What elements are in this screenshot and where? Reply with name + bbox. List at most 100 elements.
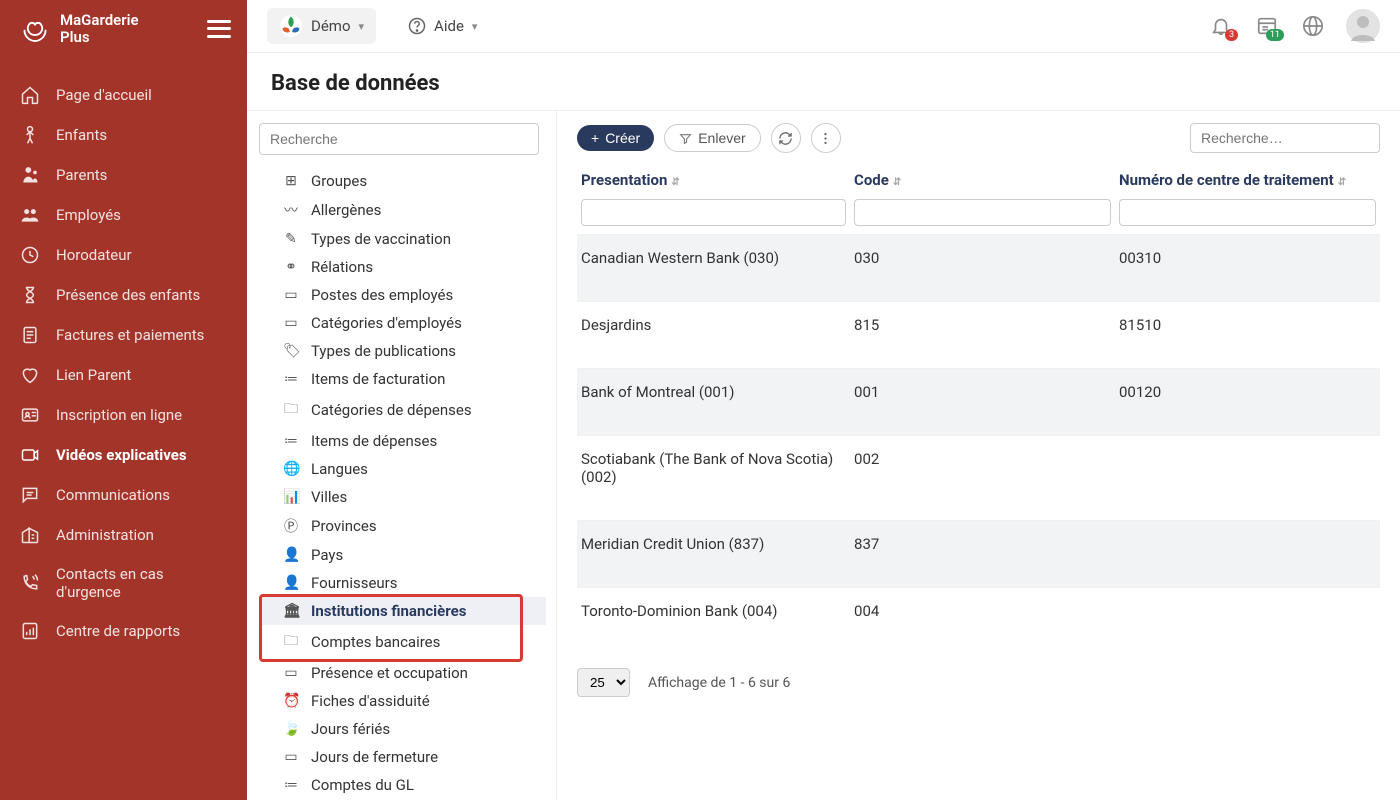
category-icon: 〰: [283, 200, 299, 220]
cell-num: [1115, 436, 1380, 521]
sidebar-item-label: Contacts en cas d'urgence: [56, 565, 227, 601]
brand[interactable]: MaGarderie Plus: [20, 12, 139, 45]
sidebar-item-parent[interactable]: Parents: [0, 155, 247, 195]
filter-num[interactable]: [1119, 199, 1376, 226]
category-label: Fournisseurs: [311, 574, 398, 592]
category-item[interactable]: 🌐Langues: [259, 455, 546, 483]
sidebar-item-hourglass[interactable]: Présence des enfants: [0, 275, 247, 315]
sidebar-item-home[interactable]: Page d'accueil: [0, 75, 247, 115]
category-item[interactable]: 🗀Comptes bancaires: [259, 625, 546, 659]
sidebar-item-label: Factures et paiements: [56, 326, 204, 344]
sidebar-item-label: Lien Parent: [56, 366, 131, 384]
category-item[interactable]: 🗀Catégories de dépenses: [259, 393, 546, 427]
category-icon: ⏰: [283, 693, 299, 709]
category-label: Catégories d'employés: [311, 314, 462, 332]
sort-icon: ⇵: [671, 177, 679, 188]
video-icon: [20, 445, 42, 465]
sidebar-item-chat[interactable]: Communications: [0, 475, 247, 515]
category-item[interactable]: ▭Postes des employés: [259, 281, 546, 309]
sidebar-item-emergency[interactable]: Contacts en cas d'urgence: [0, 555, 247, 611]
category-item[interactable]: ≔Comptes du GL: [259, 771, 546, 799]
table-row[interactable]: Desjardins81581510: [577, 302, 1380, 369]
more-button[interactable]: [811, 123, 841, 153]
category-label: Allergènes: [311, 201, 381, 219]
sidebar-item-label: Horodateur: [56, 246, 132, 264]
cell-code: 837: [850, 521, 1115, 588]
menu-toggle-icon[interactable]: [207, 20, 231, 38]
sidebar-item-label: Administration: [56, 526, 154, 544]
category-label: Comptes du GL: [311, 776, 414, 794]
sidebar-item-video[interactable]: Vidéos explicatives: [0, 435, 247, 475]
category-icon: 🍃: [283, 721, 299, 737]
user-avatar[interactable]: [1346, 9, 1380, 43]
sidebar-item-invoice[interactable]: Factures et paiements: [0, 315, 247, 355]
pager: 25 Affichage de 1 - 6 sur 6: [577, 668, 1380, 697]
org-switcher[interactable]: Démo ▾: [267, 8, 376, 44]
sidebar-item-label: Parents: [56, 166, 107, 184]
category-search-input[interactable]: [259, 123, 539, 155]
sidebar-item-child[interactable]: Enfants: [0, 115, 247, 155]
cell-presentation: Bank of Montreal (001): [577, 369, 850, 436]
news-button[interactable]: 11: [1254, 13, 1280, 39]
data-table: Presentation⇵ Code⇵ Numéro de centre de …: [577, 165, 1380, 654]
chevron-down-icon: ▾: [359, 20, 365, 33]
col-header-num[interactable]: Numéro de centre de traitement⇵: [1115, 165, 1380, 195]
page-size-select[interactable]: 25: [577, 668, 630, 697]
category-icon: 🗀: [283, 398, 299, 422]
table-search-input[interactable]: [1190, 123, 1380, 153]
table-row[interactable]: Bank of Montreal (001)00100120: [577, 369, 1380, 436]
category-item[interactable]: ▭Jours de fermeture: [259, 743, 546, 771]
table-row[interactable]: Canadian Western Bank (030)03000310: [577, 235, 1380, 302]
category-item[interactable]: ⊞Groupes: [259, 167, 546, 195]
table-row[interactable]: Toronto-Dominion Bank (004)004: [577, 588, 1380, 655]
sidebar-item-employees[interactable]: Employés: [0, 195, 247, 235]
category-label: Présence et occupation: [311, 664, 468, 682]
category-icon: 🏷: [283, 343, 299, 359]
help-menu[interactable]: Aide ▾: [396, 11, 489, 41]
category-item[interactable]: ⓅProvinces: [259, 511, 546, 541]
category-item[interactable]: 🏛Institutions financières: [259, 597, 546, 625]
reports-icon: [20, 621, 42, 641]
category-item[interactable]: ▭Catégories d'employés: [259, 309, 546, 337]
category-item[interactable]: ✎Types de vaccination: [259, 225, 546, 253]
table-row[interactable]: Meridian Credit Union (837)837: [577, 521, 1380, 588]
category-item[interactable]: ▭Présence et occupation: [259, 659, 546, 687]
sidebar-item-label: Employés: [56, 206, 121, 224]
category-icon: ≔: [283, 433, 299, 449]
sidebar-item-idcard[interactable]: Inscription en ligne: [0, 395, 247, 435]
category-item[interactable]: 〰 Allergènes: [259, 195, 546, 225]
category-item[interactable]: ⚭Rélations: [259, 253, 546, 281]
table-row[interactable]: Scotiabank (The Bank of Nova Scotia) (00…: [577, 436, 1380, 521]
idcard-icon: [20, 405, 42, 425]
category-item[interactable]: ⏰Fiches d'assiduité: [259, 687, 546, 715]
col-header-presentation[interactable]: Presentation⇵: [577, 165, 850, 195]
category-item[interactable]: ≔Items de dépenses: [259, 427, 546, 455]
category-label: Groupes: [311, 172, 367, 190]
remove-button[interactable]: Enlever: [664, 124, 760, 152]
category-item[interactable]: 🏷Types de publications: [259, 337, 546, 365]
category-item[interactable]: 📊Villes: [259, 483, 546, 511]
sidebar-item-reports[interactable]: Centre de rapports: [0, 611, 247, 651]
sidebar-item-label: Communications: [56, 486, 170, 504]
refresh-button[interactable]: [771, 123, 801, 153]
category-item[interactable]: 🍃Jours fériés: [259, 715, 546, 743]
sidebar-item-building[interactable]: Administration: [0, 515, 247, 555]
filter-presentation[interactable]: [581, 199, 846, 226]
filter-code[interactable]: [854, 199, 1111, 226]
cell-code: 004: [850, 588, 1115, 655]
category-item[interactable]: ≔Items de facturation: [259, 365, 546, 393]
category-item[interactable]: 👤 Fournisseurs: [259, 569, 546, 597]
sidebar-item-label: Présence des enfants: [56, 286, 200, 304]
globe-button[interactable]: [1300, 13, 1326, 39]
notifications-button[interactable]: 3: [1208, 13, 1234, 39]
parent-icon: [20, 165, 42, 185]
category-icon: 👤: [283, 575, 299, 591]
category-item[interactable]: 👤Pays: [259, 541, 546, 569]
filter-icon: [679, 132, 692, 145]
sidebar-item-clock[interactable]: Horodateur: [0, 235, 247, 275]
sidebar-item-heart[interactable]: Lien Parent: [0, 355, 247, 395]
create-button[interactable]: +Créer: [577, 125, 654, 151]
child-icon: [20, 125, 42, 145]
col-header-code[interactable]: Code⇵: [850, 165, 1115, 195]
cell-presentation: Desjardins: [577, 302, 850, 369]
